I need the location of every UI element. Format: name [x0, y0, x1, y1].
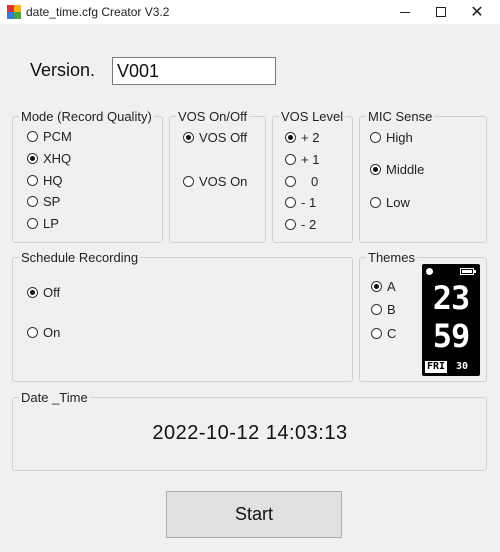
- radio-label: A: [387, 279, 396, 294]
- mic-sense-group-title: MIC Sense: [366, 109, 435, 124]
- radio-indicator: [183, 132, 194, 143]
- mic-radio-low[interactable]: Low: [370, 195, 410, 210]
- version-label: Version.: [30, 60, 96, 80]
- radio-indicator: [371, 304, 382, 315]
- vos-level-radio-zero[interactable]: 0: [285, 174, 318, 189]
- window-title: date_time.cfg Creator V3.2: [26, 5, 170, 19]
- radio-indicator: [370, 197, 381, 208]
- radio-indicator: [285, 176, 296, 187]
- preview-date: 30: [456, 361, 469, 372]
- close-icon: ✕: [470, 4, 484, 21]
- radio-indicator: [371, 328, 382, 339]
- radio-label: Low: [386, 195, 410, 210]
- mode-radio-sp[interactable]: SP: [27, 194, 60, 209]
- vos-level-radio-minus1[interactable]: - 1: [285, 195, 316, 210]
- theme-preview: 23 59 FRI 30: [422, 264, 480, 376]
- radio-indicator: [27, 218, 38, 229]
- vos-level-radio-plus1[interactable]: + 1: [285, 152, 319, 167]
- vos-group-title: VOS On/Off: [176, 109, 250, 124]
- minimize-icon: [400, 11, 410, 13]
- datetime-group-title: Date _Time: [19, 390, 90, 405]
- radio-indicator: [371, 281, 382, 292]
- theme-radio-b[interactable]: B: [371, 302, 396, 317]
- vos-radio-off[interactable]: VOS Off: [183, 130, 247, 145]
- radio-label: B: [387, 302, 396, 317]
- radio-label: SP: [43, 194, 61, 209]
- datetime-value: 2022-10-12 14:03:13: [152, 422, 348, 444]
- radio-label: VOS On: [199, 174, 248, 189]
- radio-indicator: [27, 153, 38, 164]
- radio-label: - 2: [301, 217, 317, 232]
- radio-label: 0: [311, 174, 319, 189]
- radio-indicator: [27, 196, 38, 207]
- mode-radio-xhq[interactable]: XHQ: [27, 151, 71, 166]
- app-window: date_time.cfg Creator V3.2 ✕ Version. Mo…: [0, 0, 500, 552]
- radio-indicator: [27, 131, 38, 142]
- schedule-radio-off[interactable]: Off: [27, 285, 60, 300]
- radio-label: - 1: [301, 195, 317, 210]
- themes-group-title: Themes: [366, 250, 417, 265]
- vos-radio-on[interactable]: VOS On: [183, 174, 247, 189]
- radio-label: PCM: [43, 129, 72, 144]
- mic-radio-high[interactable]: High: [370, 130, 413, 145]
- mic-radio-middle[interactable]: Middle: [370, 162, 424, 177]
- radio-label: LP: [43, 216, 59, 231]
- radio-label: + 2: [301, 130, 320, 145]
- schedule-group: Schedule Recording: [12, 250, 353, 382]
- radio-label: On: [43, 325, 61, 340]
- version-input[interactable]: [112, 57, 276, 85]
- radio-label: Off: [43, 285, 61, 300]
- radio-label: C: [387, 326, 397, 341]
- radio-label: HQ: [43, 173, 63, 188]
- mode-radio-hq[interactable]: HQ: [27, 173, 63, 188]
- preview-hour: 23: [432, 279, 471, 317]
- radio-indicator: [27, 287, 38, 298]
- radio-indicator: [285, 154, 296, 165]
- status-dot-icon: [426, 268, 433, 275]
- title-bar: date_time.cfg Creator V3.2 ✕: [0, 0, 500, 24]
- theme-radio-c[interactable]: C: [371, 326, 396, 341]
- vos-level-group-title: VOS Level: [279, 109, 346, 124]
- radio-label: + 1: [301, 152, 320, 167]
- schedule-radio-on[interactable]: On: [27, 325, 60, 340]
- vos-level-radio-plus2[interactable]: + 2: [285, 130, 319, 145]
- mode-radio-pcm[interactable]: PCM: [27, 129, 72, 144]
- radio-indicator: [183, 176, 194, 187]
- radio-label: XHQ: [43, 151, 72, 166]
- vos-level-radio-minus2[interactable]: - 2: [285, 217, 316, 232]
- radio-label: Middle: [386, 162, 425, 177]
- mode-radio-lp[interactable]: LP: [27, 216, 59, 231]
- mode-group-title: Mode (Record Quality): [19, 109, 154, 124]
- radio-label: VOS Off: [199, 130, 248, 145]
- app-icon: [7, 5, 21, 19]
- radio-indicator: [370, 132, 381, 143]
- radio-label: High: [386, 130, 413, 145]
- radio-indicator: [285, 132, 296, 143]
- preview-day: FRI: [425, 361, 448, 373]
- radio-indicator: [27, 175, 38, 186]
- start-button[interactable]: Start: [166, 491, 342, 538]
- radio-indicator: [285, 219, 296, 230]
- preview-minute: 59: [432, 317, 471, 355]
- close-button[interactable]: ✕: [454, 0, 500, 24]
- schedule-group-title: Schedule Recording: [19, 250, 141, 265]
- theme-radio-a[interactable]: A: [371, 279, 396, 294]
- maximize-icon: [436, 7, 446, 17]
- battery-icon: [460, 268, 476, 275]
- radio-indicator: [27, 327, 38, 338]
- radio-indicator: [285, 197, 296, 208]
- radio-indicator: [370, 164, 381, 175]
